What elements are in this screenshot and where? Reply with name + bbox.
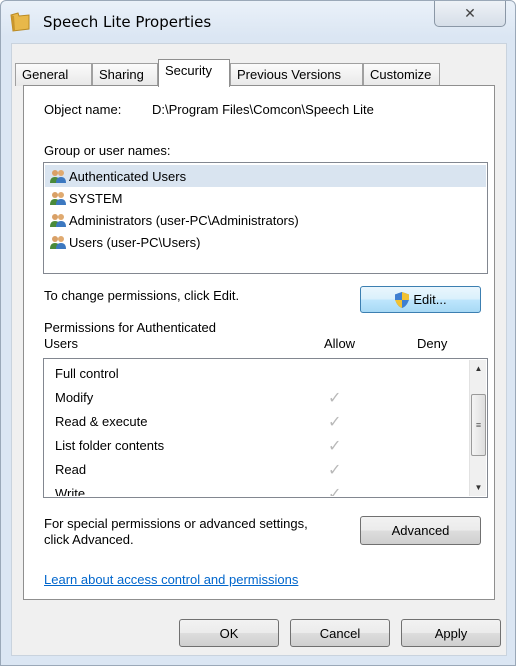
edit-button-label: Edit... <box>413 292 447 307</box>
special-permissions-hint-line1: For special permissions or advanced sett… <box>44 516 308 531</box>
scroll-up-arrow-icon[interactable]: ▲ <box>470 360 487 377</box>
advanced-button[interactable]: Advanced <box>360 516 481 545</box>
cancel-button[interactable]: Cancel <box>290 619 390 647</box>
title-bar[interactable]: Speech Lite Properties ✕ <box>1 1 515 41</box>
permission-row-read-execute: Read & execute ✓ <box>45 410 457 434</box>
close-button[interactable]: ✕ <box>434 1 506 27</box>
learn-access-control-link[interactable]: Learn about access control and permissio… <box>44 572 298 587</box>
ok-button[interactable]: OK <box>179 619 279 647</box>
users-icon <box>50 214 66 227</box>
permission-label: List folder contents <box>55 438 165 453</box>
deny-column-header: Deny <box>417 336 448 351</box>
permission-row-list-folder-contents: List folder contents ✓ <box>45 434 457 458</box>
users-icon <box>50 170 66 183</box>
permissions-for-label-line1: Permissions for Authenticated <box>44 320 216 335</box>
permission-label: Full control <box>55 366 119 381</box>
scrollbar-thumb[interactable]: ≡ <box>471 394 486 456</box>
object-name-label: Object name: <box>44 102 122 117</box>
permission-label: Read <box>55 462 87 477</box>
group-item-label: SYSTEM <box>69 190 123 206</box>
permission-label: Modify <box>55 390 94 405</box>
users-icon <box>50 192 66 205</box>
object-name-value: D:\Program Files\Comcon\Speech Lite <box>152 102 374 117</box>
allow-checkmark-icon: ✓ <box>328 486 342 496</box>
window-title: Speech Lite Properties <box>43 13 212 31</box>
group-list[interactable]: Authenticated Users SYSTEM Administrator… <box>43 162 488 274</box>
allow-checkmark-icon: ✓ <box>328 438 342 455</box>
group-item-label: Administrators (user-PC\Administrators) <box>69 212 299 228</box>
group-item-authenticated-users[interactable]: Authenticated Users <box>45 165 486 187</box>
permission-row-write: Write ✓ <box>45 482 457 496</box>
edit-button[interactable]: Edit... <box>360 286 481 313</box>
tab-sharing[interactable]: Sharing <box>92 63 158 86</box>
permission-label: Read & execute <box>55 414 148 429</box>
allow-checkmark-icon: ✓ <box>328 462 342 479</box>
permission-row-full-control: Full control <box>45 362 457 386</box>
permissions-scrollbar[interactable]: ▲ ≡ ▼ <box>469 360 486 496</box>
permission-label: Write <box>55 486 86 496</box>
group-item-label: Users (user-PC\Users) <box>69 234 201 250</box>
users-icon <box>50 236 66 249</box>
group-item-label: Authenticated Users <box>69 168 187 184</box>
folder-icon <box>10 12 30 32</box>
group-item-administrators[interactable]: Administrators (user-PC\Administrators) <box>45 209 486 231</box>
group-label: Group or user names: <box>44 143 171 158</box>
permission-row-read: Read ✓ <box>45 458 457 482</box>
tab-security[interactable]: Security <box>158 59 230 87</box>
group-item-users[interactable]: Users (user-PC\Users) <box>45 231 486 253</box>
allow-checkmark-icon: ✓ <box>328 390 342 407</box>
scroll-down-arrow-icon[interactable]: ▼ <box>470 479 487 496</box>
uac-shield-icon <box>395 291 410 308</box>
ok-button-label: OK <box>219 625 239 641</box>
allow-column-header: Allow <box>324 336 356 351</box>
change-permissions-hint: To change permissions, click Edit. <box>44 288 240 303</box>
apply-button[interactable]: Apply <box>401 619 501 647</box>
advanced-button-label: Advanced <box>391 523 450 538</box>
properties-window: Speech Lite Properties ✕ General Sharing… <box>0 0 516 666</box>
tab-general[interactable]: General <box>15 63 92 86</box>
tab-customize[interactable]: Customize <box>363 63 440 86</box>
group-item-system[interactable]: SYSTEM <box>45 187 486 209</box>
permissions-for-label-line2: Users <box>44 336 78 351</box>
special-permissions-hint-line2: click Advanced. <box>44 532 134 547</box>
security-panel: Object name: D:\Program Files\Comcon\Spe… <box>23 85 495 600</box>
apply-button-label: Apply <box>434 625 468 641</box>
permission-row-modify: Modify ✓ <box>45 386 457 410</box>
tab-previous-versions[interactable]: Previous Versions <box>230 63 363 86</box>
cancel-button-label: Cancel <box>319 625 361 641</box>
allow-checkmark-icon: ✓ <box>328 414 342 431</box>
permissions-list[interactable]: Full control Modify ✓ Read & execute ✓ L… <box>43 358 488 498</box>
close-icon: ✕ <box>464 5 476 22</box>
